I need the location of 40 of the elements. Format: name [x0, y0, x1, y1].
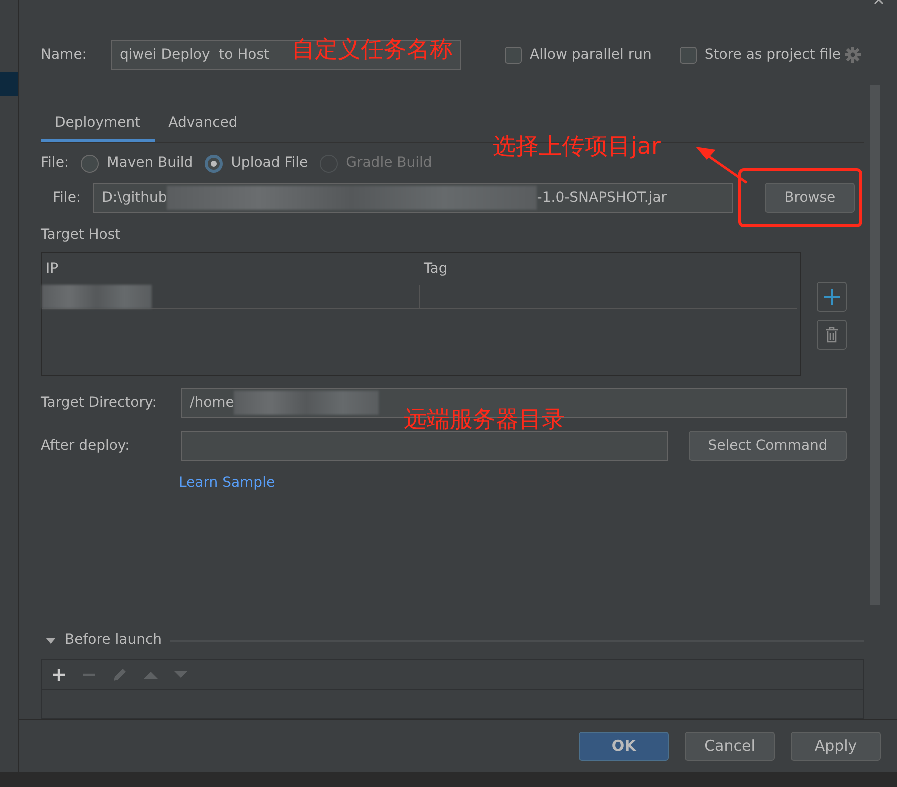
after-deploy-label: After deploy:: [41, 436, 131, 456]
radio-button[interactable]: Upload File: [205, 153, 308, 174]
dialog-button[interactable]: Apply: [791, 732, 881, 760]
arrow: [696, 147, 748, 184]
up-icon[interactable]: [144, 670, 158, 680]
path-text: D:\github: [102, 188, 168, 208]
annotation: 选择上传项目jar: [493, 136, 661, 159]
column-header: Tag: [423, 260, 449, 279]
checkbox[interactable]: Store as project file: [680, 44, 842, 66]
annotation: 自定义任务名称: [292, 39, 453, 62]
name-label: Name:: [41, 46, 88, 64]
down-icon[interactable]: [174, 670, 188, 680]
section-title: Target Host: [41, 226, 122, 245]
tab[interactable]: Deployment: [41, 107, 155, 142]
column-header: IP: [45, 260, 60, 279]
browse-button[interactable]: Browse: [765, 183, 856, 213]
file-label: File:: [53, 188, 82, 208]
plus-icon: [823, 288, 841, 306]
checkbox[interactable]: Allow parallel run: [505, 44, 652, 66]
dialog-button[interactable]: Cancel: [685, 732, 775, 760]
after-deploy-field[interactable]: [181, 431, 668, 461]
pencil-icon[interactable]: [112, 666, 128, 682]
file-path-field[interactable]: D:\github -1.0-SNAPSHOT.jar: [93, 183, 734, 213]
select-command-button[interactable]: Select Command: [689, 431, 847, 461]
radio-button[interactable]: Maven Build: [81, 153, 194, 174]
plus-icon[interactable]: [52, 668, 66, 682]
gear-icon[interactable]: [845, 47, 862, 63]
delete-button[interactable]: [817, 320, 847, 350]
section-title: Before launch: [65, 631, 162, 650]
collapse-icon[interactable]: [45, 636, 57, 644]
file-label: File:: [41, 154, 70, 173]
sidebar-item[interactable]: [0, 72, 18, 96]
path-text: -1.0-SNAPSHOT.jar: [537, 188, 668, 208]
tab[interactable]: Advanced: [154, 107, 252, 142]
learn-sample-link[interactable]: Learn Sample: [179, 473, 276, 494]
add-button[interactable]: [817, 282, 847, 312]
path-text: /home: [190, 394, 234, 412]
dialog-button[interactable]: OK: [579, 732, 669, 760]
trash-icon: [825, 327, 839, 343]
target-directory-label: Target Directory:: [41, 394, 158, 412]
